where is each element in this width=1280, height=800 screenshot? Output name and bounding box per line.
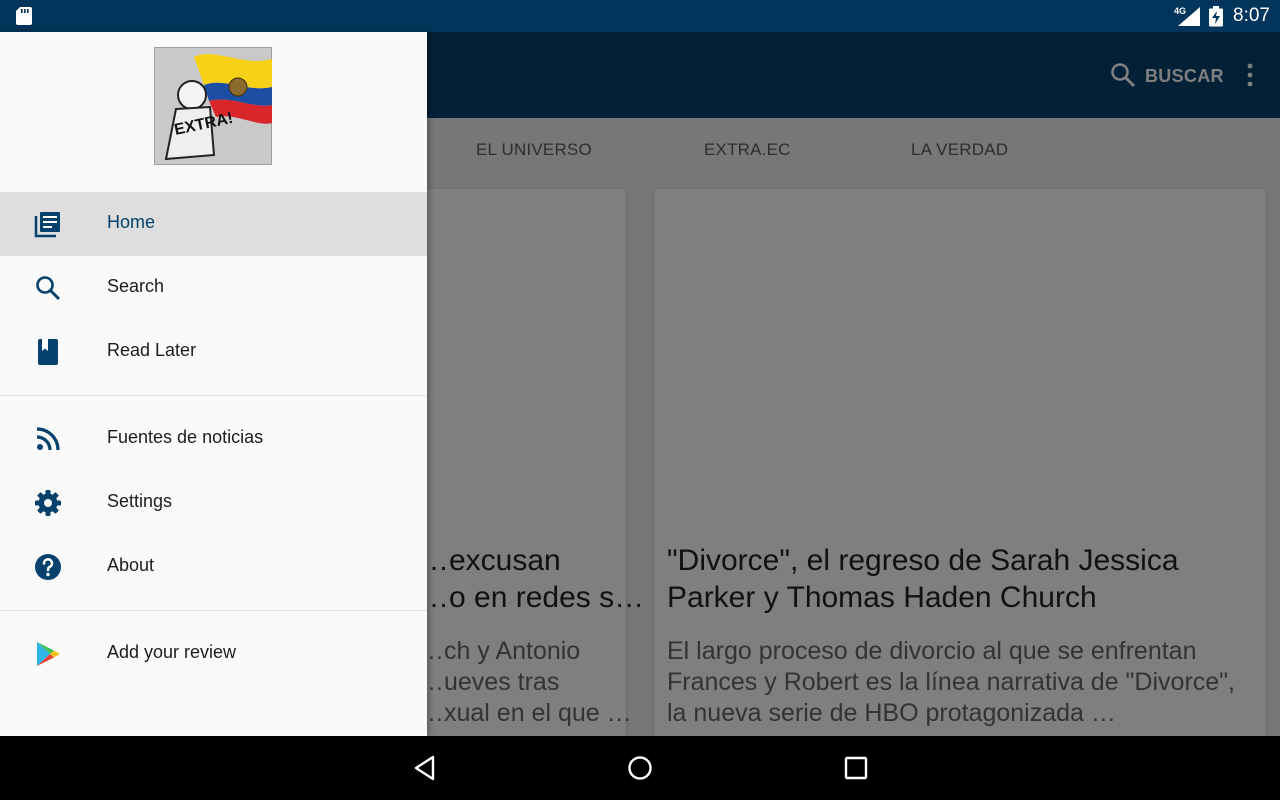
drawer-item-home[interactable]: Home [0,192,427,256]
status-time: 8:07 [1233,5,1270,26]
signal-icon: 4G [1174,6,1200,26]
play-store-icon [37,642,60,666]
drawer-item-label: Search [107,276,165,296]
drawer-item-news-sources[interactable]: Fuentes de noticias [0,407,427,471]
gear-icon [35,490,61,516]
recents-icon[interactable] [842,754,870,782]
bookmark-icon [38,339,58,365]
drawer-item-about[interactable]: About [0,535,427,599]
home-icon[interactable] [626,754,654,782]
back-icon[interactable] [411,754,439,782]
drawer-item-search[interactable]: Search [0,256,427,320]
help-icon [35,554,61,580]
divider [0,395,427,396]
status-bar: 4G 8:07 [0,0,1280,32]
drawer-item-add-review[interactable]: Add your review [0,622,427,686]
svg-text:4G: 4G [1174,6,1186,16]
drawer-item-label: Read Later [107,340,197,360]
drawer-item-label: About [107,555,155,575]
drawer-item-label: Home [107,212,156,232]
divider [0,610,427,611]
drawer-item-label: Add your review [107,642,237,662]
drawer-item-label: Fuentes de noticias [107,427,264,447]
system-nav-bar [0,736,1280,800]
app-logo: EXTRA! [154,47,272,165]
search-icon [36,276,61,301]
drawer-item-label: Settings [107,491,173,511]
drawer-item-read-later[interactable]: Read Later [0,320,427,384]
sd-card-icon [16,7,32,25]
newspaper-icon [34,212,60,238]
navigation-drawer: EXTRA! Home Search Read Later Fuentes de… [0,32,427,736]
battery-charging-icon [1209,6,1223,27]
rss-icon [36,427,60,451]
drawer-item-settings[interactable]: Settings [0,471,427,535]
